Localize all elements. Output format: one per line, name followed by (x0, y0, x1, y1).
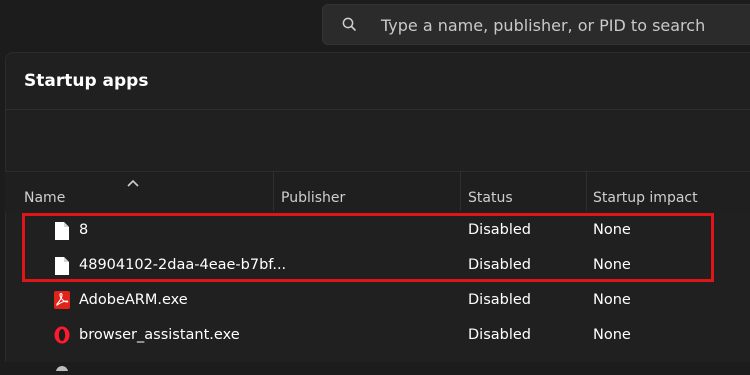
column-divider[interactable] (586, 171, 587, 211)
file-icon (54, 221, 70, 241)
app-status: Disabled (468, 292, 531, 308)
app-impact: None (593, 292, 631, 308)
column-divider[interactable] (273, 171, 274, 211)
app-name: AdobeARM.exe (79, 292, 188, 308)
column-header-status[interactable]: Status (468, 190, 513, 206)
app-impact: None (593, 257, 631, 273)
app-status: Disabled (468, 222, 531, 238)
app-status: Disabled (468, 327, 531, 343)
column-header-publisher[interactable]: Publisher (281, 190, 345, 206)
title-divider (5, 109, 750, 110)
file-icon (54, 256, 70, 276)
search-box[interactable]: Type a name, publisher, or PID to search (322, 4, 750, 45)
app-name: 48904102-2daa-4eae-b7bf... (79, 257, 287, 273)
page-title: Startup apps (24, 71, 149, 91)
sort-ascending-icon[interactable] (125, 174, 141, 187)
app-name: browser_assistant.exe (79, 327, 240, 343)
app-impact: None (593, 222, 631, 238)
app-status: Disabled (468, 257, 531, 273)
app-impact: None (593, 327, 631, 343)
search-placeholder[interactable]: Type a name, publisher, or PID to search (381, 16, 705, 35)
opera-icon (53, 325, 71, 345)
column-header-name[interactable]: Name (24, 190, 65, 206)
app-name: 8 (79, 222, 89, 238)
search-icon (341, 16, 359, 34)
table-row[interactable] (5, 213, 750, 248)
adobe-acrobat-icon (53, 290, 71, 310)
column-divider[interactable] (460, 171, 461, 211)
top-bar: Type a name, publisher, or PID to search (0, 0, 750, 52)
column-header-startup-impact[interactable]: Startup impact (593, 190, 698, 206)
app-icon (55, 356, 69, 375)
